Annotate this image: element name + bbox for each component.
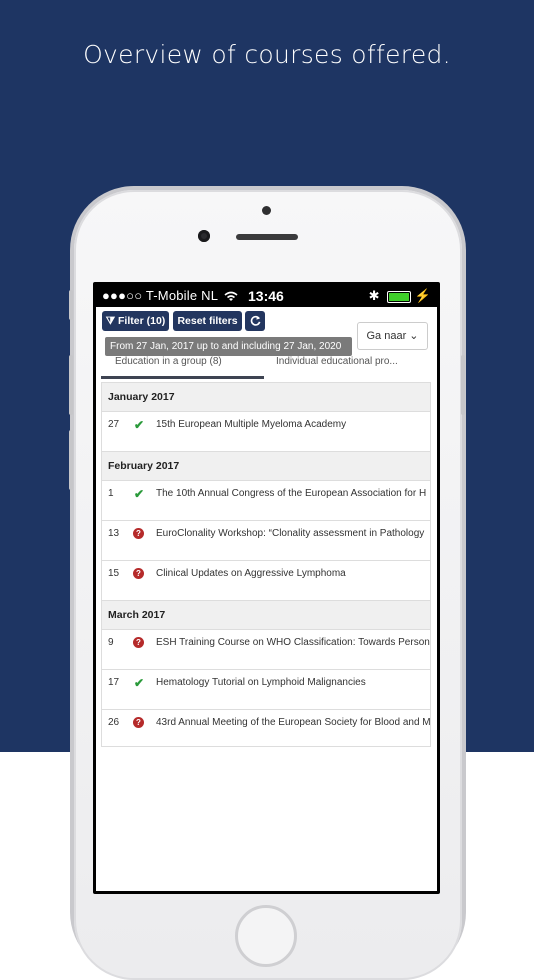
tab-individual-education[interactable]: Individual educational pro... [276, 356, 398, 367]
filter-icon: ⧩ [105, 315, 116, 327]
refresh-button[interactable] [245, 311, 265, 331]
goto-label: Ga naar [366, 330, 407, 342]
power-button [461, 355, 465, 415]
front-camera [198, 230, 210, 242]
course-list: January 2017 27 ✔ 15th European Multiple My… [101, 382, 431, 747]
goto-dropdown[interactable]: Ga naar ⌄ [357, 322, 428, 350]
refresh-icon [250, 315, 260, 326]
mute-switch [69, 290, 73, 320]
question-icon: ? [133, 637, 144, 648]
course-row[interactable]: 17 ✔ Hematology Tutorial on Lymphoid Malig… [102, 670, 430, 710]
course-day: 27 [108, 419, 120, 430]
chevron-down-icon: ⌄ [409, 330, 419, 342]
reset-filters-button[interactable]: Reset filters [173, 311, 242, 331]
course-row[interactable]: 13? EuroClonality Workshop: “Clonality as… [102, 521, 430, 561]
carrier-label: T-Mobile NL [145, 288, 218, 303]
battery-icon [387, 290, 412, 303]
proximity-sensor [262, 206, 271, 215]
charging-icon: ⚡ [414, 288, 431, 303]
status-right: ✱ ⚡ [369, 288, 431, 304]
month-header: January 2017 [102, 383, 430, 412]
earpiece-speaker [236, 234, 298, 240]
home-button[interactable] [235, 905, 297, 967]
headline: Overview of courses offered. [83, 40, 451, 69]
course-day: 17 [108, 677, 120, 688]
wifi-icon [224, 291, 238, 302]
course-row[interactable]: 9? ESH Training Course on WHO Classificat… [102, 630, 430, 670]
filter-label: Filter (10) [118, 315, 166, 327]
course-title: ESH Training Course on WHO Classificatio… [156, 637, 430, 648]
bluetooth-icon: ✱ [368, 288, 380, 303]
course-title: Hematology Tutorial on Lymphoid Malignan… [156, 677, 366, 688]
course-row[interactable]: 27 ✔ 15th European Multiple Myeloma Academ… [102, 412, 430, 452]
course-title: 15th European Multiple Myeloma Academy [156, 419, 347, 430]
course-title: 43rd Annual Meeting of the European Soci… [156, 717, 431, 728]
phone-screen: ●●●○○ T-Mobile NL 13:46 ✱ ⚡ ⧩ Filter (10… [93, 282, 440, 894]
volume-down-button [69, 430, 73, 490]
status-carrier: ●●●○○ T-Mobile NL [102, 288, 238, 303]
active-tab-indicator [101, 376, 264, 379]
question-icon: ? [133, 568, 144, 579]
course-day: 26 [108, 717, 120, 728]
course-day: 13 [108, 528, 120, 539]
checkmark-icon: ✔ [133, 676, 145, 690]
tab-group-education[interactable]: Education in a group (8) [115, 356, 222, 367]
checkmark-icon: ✔ [133, 418, 145, 432]
course-row[interactable]: 15? Clinical Updates on Aggressive Lympho… [102, 561, 430, 601]
course-row[interactable]: 1 ✔ The 10th Annual Congress of the Europe… [102, 481, 430, 521]
question-icon: ? [133, 717, 144, 728]
question-icon: ? [133, 528, 144, 539]
month-header: March 2017 [102, 601, 430, 630]
course-title: EuroClonality Workshop: “Clonality asses… [156, 528, 425, 539]
app-screen: ●●●○○ T-Mobile NL 13:46 ✱ ⚡ ⧩ Filter (10… [96, 285, 437, 891]
filter-button[interactable]: ⧩ Filter (10) [102, 311, 169, 331]
month-header: February 2017 [102, 452, 430, 481]
date-range-tooltip: From 27 Jan, 2017 up to and including 27… [105, 337, 352, 356]
course-title: The 10th Annual Congress of the European… [156, 488, 427, 499]
course-day: 15 [108, 568, 120, 579]
volume-up-button [69, 355, 73, 415]
signal-icon: ●●●○○ [102, 288, 143, 303]
status-bar: ●●●○○ T-Mobile NL 13:46 ✱ ⚡ [96, 285, 437, 307]
status-time: 13:46 [248, 288, 284, 304]
course-row[interactable]: 26? 43rd Annual Meeting of the European S… [102, 710, 431, 746]
course-day: 1 [108, 488, 114, 499]
course-day: 9 [108, 637, 114, 648]
battery-level [389, 292, 410, 301]
checkmark-icon: ✔ [133, 487, 145, 501]
course-title: Clinical Updates on Aggressive Lymphoma [156, 568, 346, 579]
